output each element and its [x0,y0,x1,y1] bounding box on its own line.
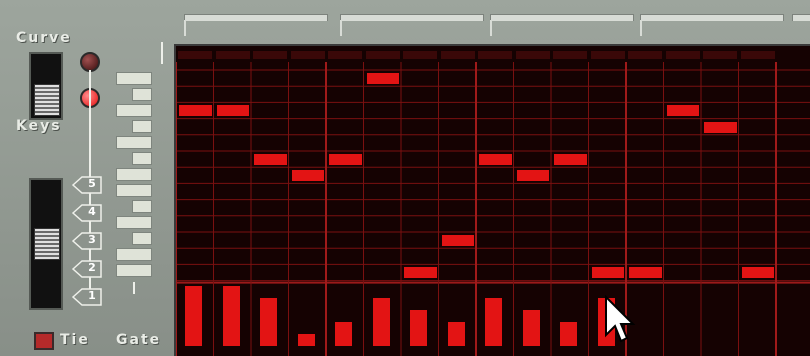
gate-bar[interactable] [260,298,277,346]
rail-tick [490,20,492,36]
note-cell[interactable] [404,267,437,279]
keyboard-key [132,200,152,213]
gate-bar[interactable] [485,298,502,346]
octave-button-5[interactable]: 5 [72,176,102,194]
rail-tick [640,20,642,36]
step-indicator [403,51,437,59]
note-grid[interactable] [174,44,810,356]
pattern-rail-segment [184,14,328,21]
step-indicator [665,51,700,59]
note-cell[interactable] [666,105,699,117]
keyboard-key [116,104,152,117]
gate-bar[interactable] [297,334,315,346]
gate-bar[interactable] [185,286,202,346]
gate-bar[interactable] [522,310,540,346]
pattern-rail-segment [640,14,784,21]
pattern-rail-segment [490,14,634,21]
keyboard-key [116,184,152,197]
octave-button-label: 3 [88,233,96,246]
note-cell[interactable] [366,73,399,84]
curve-keys-switch[interactable] [29,52,63,120]
keyboard-key [116,136,152,149]
keyboard-key [116,72,152,85]
connector-wire [133,282,135,294]
switch-knob[interactable] [34,228,60,260]
gate-bar[interactable] [335,322,352,346]
step-indicator [703,51,737,59]
gate-bar[interactable] [447,322,465,346]
octave-button-label: 1 [88,289,96,302]
note-cell[interactable] [479,154,512,165]
step-indicator [740,51,775,59]
gate-bar[interactable] [560,322,577,346]
step-indicator [478,51,512,59]
step-indicator [215,51,250,59]
octave-button-label: 5 [88,177,96,190]
step-indicator [253,51,287,59]
note-cell[interactable] [741,267,774,279]
rail-tick [184,20,186,36]
step-indicator [515,51,550,59]
note-cell[interactable] [441,235,474,246]
step-indicator [440,51,475,59]
gate-bar[interactable] [410,310,427,346]
mouse-pointer-icon [605,295,636,343]
octave-button-3[interactable]: 3 [72,232,102,250]
note-cell[interactable] [254,154,287,165]
octave-button-label: 2 [88,261,96,274]
keyboard-key [116,264,152,277]
switch-knob[interactable] [34,84,60,116]
pattern-rail-segment [792,14,810,21]
keyboard-key [132,232,152,245]
note-cell[interactable] [291,170,324,182]
note-cell[interactable] [629,267,662,279]
tie-button[interactable] [34,332,54,350]
step-indicator [553,51,587,59]
note-cell[interactable] [554,154,587,165]
step-indicator [328,51,362,59]
pattern-rail-segment [340,14,484,21]
keys-label: Keys [16,118,62,134]
gate-bar[interactable] [222,286,240,346]
step-indicator [365,51,400,59]
keyboard-key [116,168,152,181]
keyboard-key [116,248,152,261]
note-cell[interactable] [516,170,549,182]
matrix-sequencer-panel: Curve Keys 5 4 3 2 1 Tie Gate [0,0,810,356]
octave-button-4[interactable]: 4 [72,204,102,222]
step-indicator [178,51,212,59]
note-cell[interactable] [704,121,737,133]
keyboard-key [132,152,152,165]
curve-mode-led [80,52,100,72]
connector-wire [161,42,163,64]
note-cell[interactable] [179,105,212,117]
octave-button-2[interactable]: 2 [72,260,102,278]
keyboard-key [116,216,152,229]
gate-label: Gate [116,332,162,348]
octave-button-1[interactable]: 1 [72,288,102,306]
octave-button-label: 4 [88,205,96,218]
rail-tick [340,20,342,36]
step-indicator [628,51,662,59]
curve-label: Curve [16,30,72,46]
octave-switch[interactable] [29,178,63,310]
gate-bar[interactable] [372,298,390,346]
note-cell[interactable] [329,154,362,165]
step-indicator [590,51,625,59]
keyboard-key [132,88,152,101]
tie-label: Tie [60,332,90,348]
note-cell[interactable] [591,267,624,279]
keyboard-key [132,120,152,133]
step-indicator [290,51,325,59]
note-cell[interactable] [216,105,249,117]
